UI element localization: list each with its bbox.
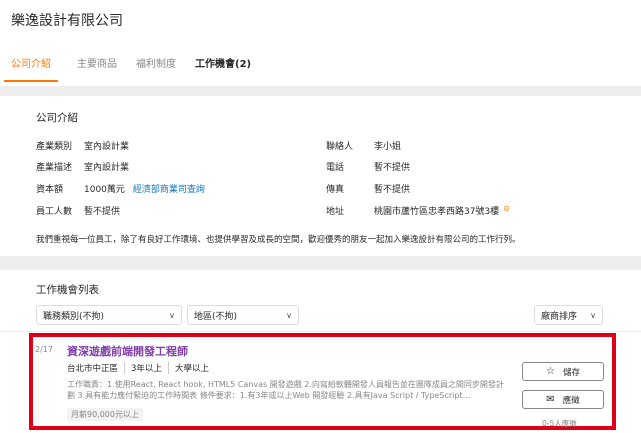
capital-value: 1000萬元 [84, 185, 125, 195]
phone-label: 電話 [326, 163, 345, 173]
fax-row: 傳真 暫不提供 [326, 182, 410, 195]
chevron-down-icon: ∨ [169, 310, 175, 320]
applicant-count: 0-5人應徵 [542, 419, 577, 428]
job-index: 2/17 [35, 345, 53, 354]
phone-row: 電話 暫不提供 [326, 160, 410, 173]
tab-company-intro[interactable]: 公司介紹 [4, 58, 58, 82]
job-title-link[interactable]: 資深遊戲前端開發工程師 [67, 343, 188, 359]
job-salary-badge: 月薪90,000元以上 [67, 408, 143, 421]
tab-job-openings[interactable]: 工作機會(2) [195, 58, 251, 82]
apply-job-button[interactable]: ✉ 應徵 [522, 390, 604, 409]
staff-row: 員工人數 暫不提供 [36, 204, 120, 217]
job-description: 工作職責：1.使用React, React hook, HTML5 Canvas… [67, 380, 504, 400]
job-category-filter[interactable]: 職務類別(不拘) ∨ [36, 305, 182, 325]
job-location: 台北市中正區 [67, 364, 119, 374]
address-label: 地址 [326, 207, 345, 217]
address-value: 桃園市蘆竹區忠孝西路37號3樓 [374, 207, 500, 217]
phone-value: 暫不提供 [374, 163, 411, 173]
contact-label: 聯絡人 [326, 142, 354, 152]
address-row: 地址 桃園市蘆竹區忠孝西路37號3樓 ⊙ [326, 204, 510, 217]
industry-desc-value: 室內設計業 [84, 163, 130, 173]
job-education: 大學以上 [167, 362, 215, 374]
sort-select-value: 廠商排序 [541, 311, 578, 322]
apply-job-label: 應徵 [562, 395, 580, 406]
contact-row: 聯絡人 李小姐 [326, 139, 401, 152]
mail-icon: ✉ [546, 394, 555, 405]
capital-lookup-link[interactable]: 經濟部商業司查詢 [133, 182, 205, 195]
sort-select[interactable]: 廠商排序 ∨ [534, 305, 603, 325]
company-statement: 我們重視每一位員工，除了有良好工作環境、也提供學習及成長的空間，歡迎優秀的朋友一… [36, 235, 521, 245]
fax-value: 暫不提供 [374, 185, 411, 195]
industry-desc-label: 產業描述 [36, 163, 73, 173]
industry-desc-row: 產業描述 室內設計業 [36, 160, 129, 173]
fax-label: 傳真 [326, 185, 345, 195]
company-intro-section: 公司介紹 產業類別 室內設計業 產業描述 室內設計業 資本額 1000萬元 經濟… [0, 96, 641, 256]
save-job-button[interactable]: ☆ 儲存 [522, 362, 604, 381]
tab-benefits[interactable]: 福利制度 [136, 58, 176, 82]
industry-value: 室內設計業 [84, 142, 130, 152]
tab-main-products[interactable]: 主要商品 [77, 58, 117, 82]
chevron-down-icon: ∨ [286, 310, 292, 320]
company-header: 樂逸設計有限公司 公司介紹 主要商品 福利制度 工作機會(2) [0, 0, 641, 86]
company-tabs: 公司介紹 主要商品 福利制度 工作機會(2) [4, 58, 270, 86]
map-pin-icon[interactable]: ⊙ [503, 204, 510, 217]
area-filter[interactable]: 地區(不拘) ∨ [187, 305, 299, 325]
intro-title: 公司介紹 [36, 112, 78, 124]
job-tags: 台北市中正區 3年以上 大學以上 [67, 362, 215, 374]
staff-value: 暫不提供 [84, 207, 121, 217]
company-name: 樂逸設計有限公司 [11, 13, 123, 29]
job-experience: 3年以上 [124, 362, 168, 374]
contact-value: 李小姐 [374, 142, 402, 152]
staff-label: 員工人數 [36, 207, 73, 217]
job-list-title: 工作機會列表 [36, 284, 99, 296]
industry-label: 產業類別 [36, 142, 73, 152]
area-filter-value: 地區(不拘) [194, 311, 238, 322]
divider [0, 331, 641, 332]
capital-label: 資本額 [36, 185, 64, 195]
job-category-filter-value: 職務類別(不拘) [43, 311, 105, 322]
star-icon: ☆ [546, 366, 555, 377]
industry-row: 產業類別 室內設計業 [36, 139, 129, 152]
save-job-label: 儲存 [562, 367, 580, 378]
chevron-down-icon: ∨ [590, 310, 596, 320]
capital-row: 資本額 1000萬元 經濟部商業司查詢 [36, 182, 205, 195]
